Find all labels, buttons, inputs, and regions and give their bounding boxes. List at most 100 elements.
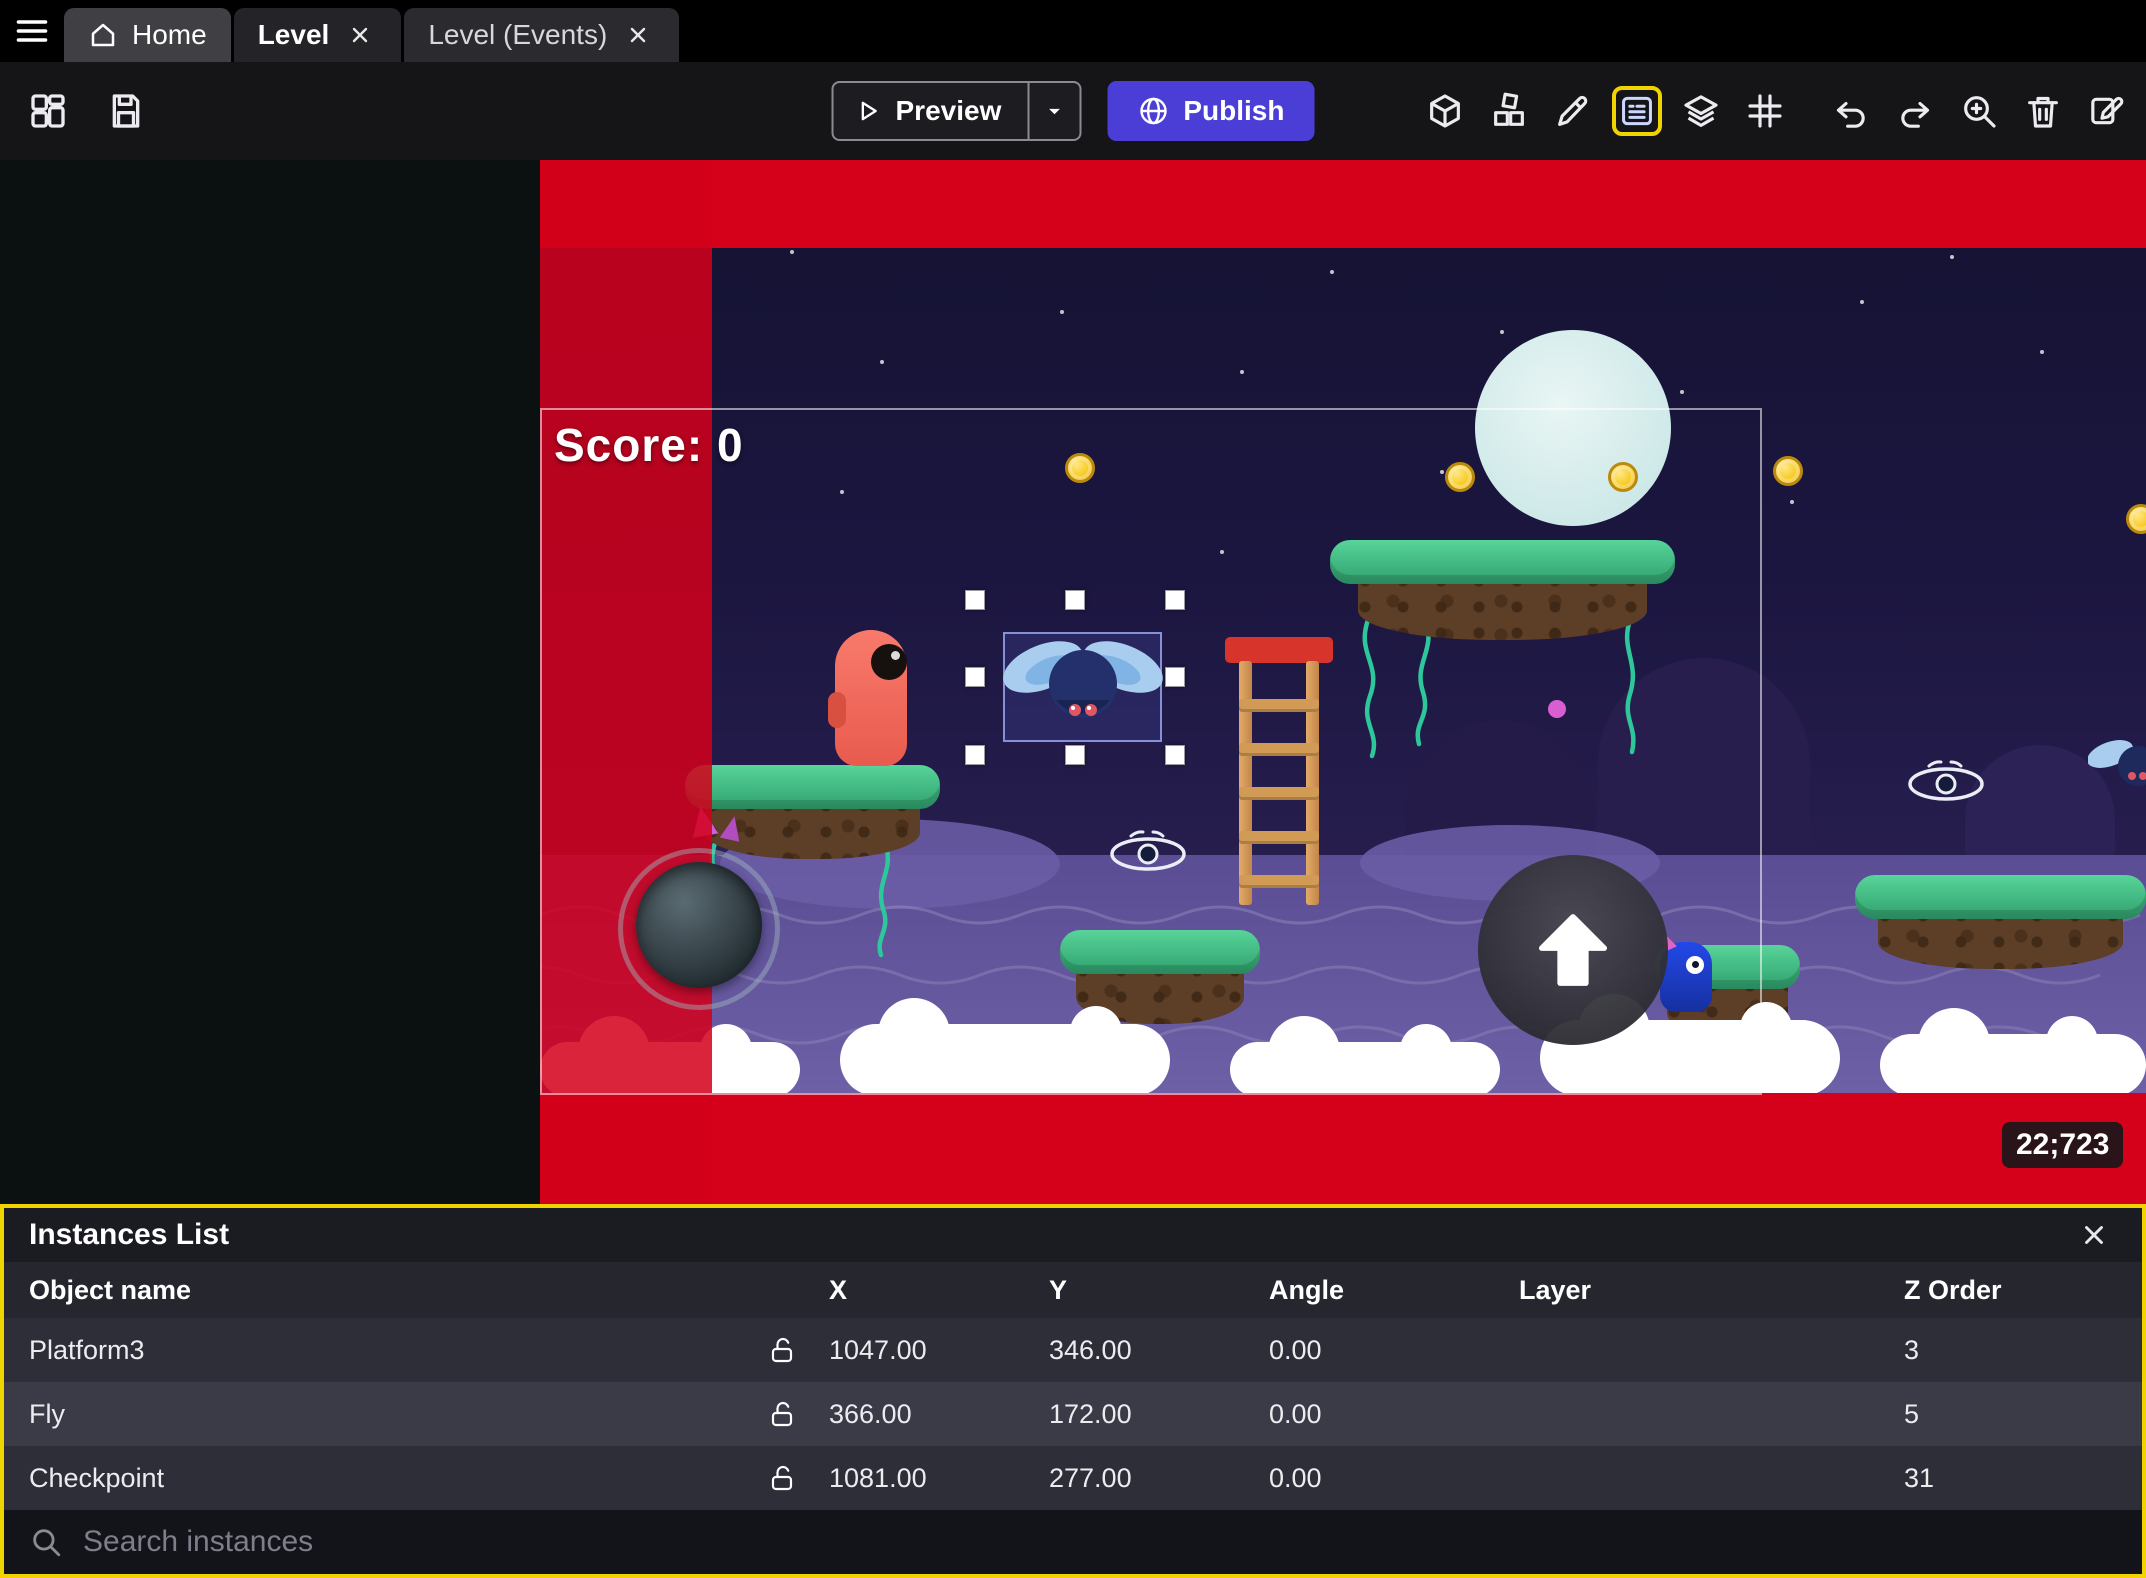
coin-object[interactable] (1773, 456, 1803, 486)
instance-angle[interactable]: 0.00 (1269, 1335, 1519, 1366)
close-tab-icon[interactable] (621, 18, 655, 52)
fly-enemy-object[interactable] (2088, 732, 2146, 802)
joystick-knob[interactable] (636, 862, 762, 988)
instance-row[interactable]: Checkpoint 1081.00 277.00 0.00 31 (4, 1446, 2142, 1510)
grid-button[interactable] (1740, 86, 1790, 136)
delete-button[interactable] (2018, 86, 2068, 136)
objects-icon (1494, 92, 1524, 126)
jump-button[interactable] (1478, 855, 1668, 1045)
tab-home[interactable]: Home (64, 8, 231, 62)
preview-button[interactable]: Preview (831, 81, 1028, 141)
cloud (1880, 1008, 2146, 1096)
instance-name: Platform3 (29, 1334, 145, 1365)
play-icon (861, 101, 877, 121)
preview-split-button: Preview (831, 81, 1082, 141)
redo-icon (1901, 101, 1930, 128)
selection-handle[interactable] (965, 590, 985, 610)
tab-level-label: Level (257, 19, 330, 50)
instance-angle[interactable]: 0.00 (1269, 1399, 1519, 1430)
tab-home-label: Home (132, 19, 207, 50)
toggle-3d-view-button[interactable] (1420, 86, 1470, 136)
zoom-in-icon (1964, 96, 1996, 128)
instance-x[interactable]: 1047.00 (829, 1335, 1049, 1366)
instance-angle[interactable]: 0.00 (1269, 1463, 1519, 1494)
instance-y[interactable]: 346.00 (1049, 1335, 1269, 1366)
tab-bar: Home Level Level (Events) (0, 0, 2146, 62)
lock-open-icon[interactable] (734, 1334, 829, 1366)
instance-z[interactable]: 31 (1904, 1463, 2117, 1494)
selection-handle[interactable] (965, 745, 985, 765)
selection-handle[interactable] (1065, 745, 1085, 765)
pencil-icon (1558, 95, 1588, 126)
virtual-joystick[interactable] (618, 848, 780, 1010)
edit-scene-properties-button[interactable] (2082, 86, 2132, 136)
rename-icon (2091, 96, 2124, 125)
instance-y[interactable]: 277.00 (1049, 1463, 1269, 1494)
instance-row[interactable]: Fly 366.00 172.00 0.00 5 (4, 1382, 2142, 1446)
layers-icon (1684, 95, 1718, 127)
search-instances-input[interactable] (83, 1525, 2117, 1559)
project-manager-button[interactable] (22, 85, 74, 137)
up-arrow-icon (1538, 914, 1608, 986)
col-angle: Angle (1269, 1274, 1345, 1305)
undo-icon (1836, 101, 1865, 128)
home-icon (91, 23, 115, 47)
fly-object-selected[interactable] (998, 622, 1168, 742)
preview-label: Preview (895, 95, 1002, 126)
selection-handle[interactable] (1165, 745, 1185, 765)
score-text: Score: 0 (554, 419, 744, 471)
coin-object[interactable] (2126, 504, 2146, 534)
tab-level-events-label: Level (Events) (428, 19, 608, 50)
instance-z[interactable]: 3 (1904, 1335, 2117, 1366)
instances-table-header: Object name X Y Angle Layer Z Order (4, 1262, 2142, 1318)
selection-handle[interactable] (1065, 590, 1085, 610)
instances-list-button[interactable] (1612, 86, 1662, 136)
publish-button[interactable]: Publish (1107, 81, 1315, 141)
instance-name: Fly (29, 1398, 65, 1429)
chevron-down-icon (1048, 108, 1060, 115)
platform-object[interactable] (1855, 875, 2146, 969)
lock-open-icon[interactable] (734, 1462, 829, 1494)
globe-icon (1140, 97, 1167, 125)
instance-z[interactable]: 5 (1904, 1399, 2117, 1430)
redo-button[interactable] (1890, 86, 1940, 136)
save-icon (112, 94, 140, 128)
close-panel-button[interactable] (2074, 1215, 2114, 1255)
instance-row[interactable]: Platform3 1047.00 346.00 0.00 3 (4, 1318, 2142, 1382)
selection-handle[interactable] (965, 667, 985, 687)
lock-open-icon[interactable] (734, 1398, 829, 1430)
layers-button[interactable] (1676, 86, 1726, 136)
zoom-in-button[interactable] (1954, 86, 2004, 136)
project-manager-icon (31, 94, 65, 128)
close-icon (2085, 1226, 2103, 1244)
undo-button[interactable] (1826, 86, 1876, 136)
col-x: X (829, 1274, 848, 1305)
publish-label: Publish (1183, 95, 1285, 126)
preview-options-button[interactable] (1027, 81, 1082, 141)
main-menu-button[interactable] (0, 0, 64, 62)
out-of-bounds-top (540, 160, 2146, 248)
col-y: Y (1049, 1274, 1068, 1305)
tab-level-events[interactable]: Level (Events) (404, 8, 680, 62)
save-button[interactable] (100, 85, 152, 137)
instance-x[interactable]: 1081.00 (829, 1463, 1049, 1494)
instance-y[interactable]: 172.00 (1049, 1399, 1269, 1430)
search-icon (33, 1529, 61, 1557)
instance-name: Checkpoint (29, 1462, 165, 1493)
cube-3d-icon (1430, 94, 1460, 128)
objects-list-button[interactable] (1484, 86, 1534, 136)
game-scene: Score: 0 22;723 (540, 160, 2146, 1204)
edit-object-button[interactable] (1548, 86, 1598, 136)
selection-handle[interactable] (1165, 667, 1185, 687)
eye-enemy-object[interactable] (1903, 760, 1989, 804)
cursor-coordinates-badge: 22;723 (2002, 1122, 2124, 1168)
instance-x[interactable]: 366.00 (829, 1399, 1049, 1430)
gdevelop-editor: Home Level Level (Events) Preview Publis… (0, 0, 2146, 1578)
close-tab-icon[interactable] (343, 18, 377, 52)
instances-list-icon (1622, 96, 1652, 126)
scene-editor-canvas[interactable]: Score: 0 22;723 (0, 160, 2146, 1204)
selection-handle[interactable] (1165, 590, 1185, 610)
tab-level[interactable]: Level (233, 8, 402, 62)
instances-panel-title: Instances List (29, 1218, 230, 1251)
col-layer: Layer (1519, 1274, 1592, 1305)
